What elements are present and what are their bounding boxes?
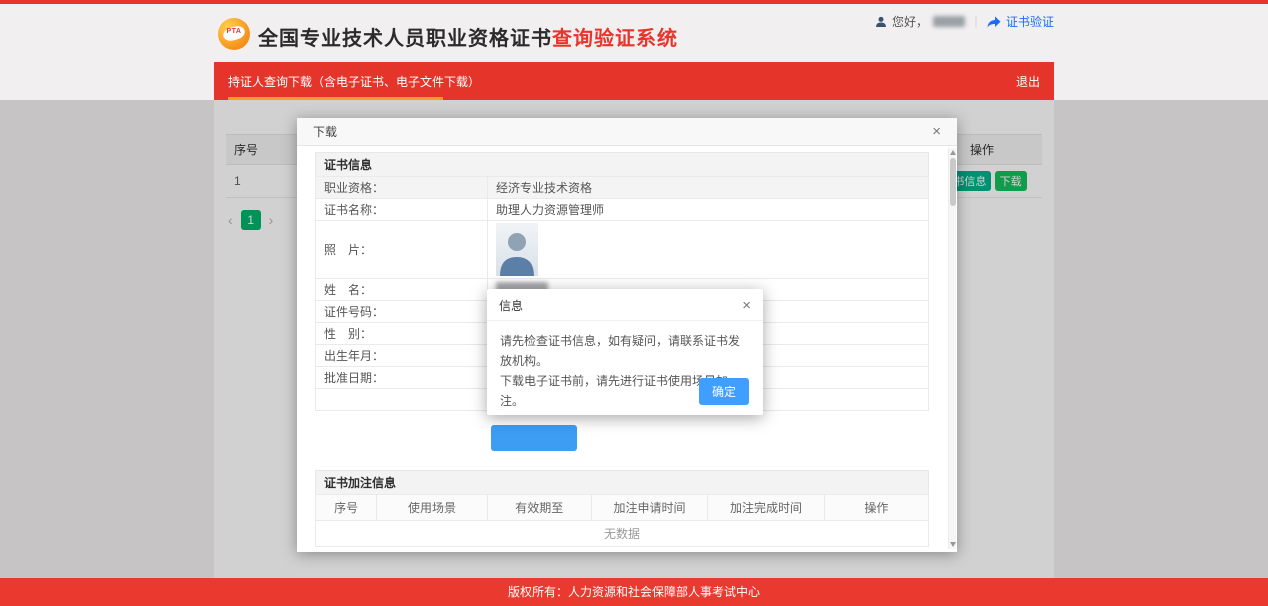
pta-logo-icon: PTA <box>218 18 250 50</box>
person-silhouette-icon <box>497 228 537 276</box>
download-modal-close-icon[interactable]: × <box>932 124 941 139</box>
annotation-col-complete-time: 加注完成时间 <box>708 495 824 521</box>
field-label: 性 别： <box>316 323 488 345</box>
field-row-photo: 照 片： <box>316 221 929 279</box>
annotation-col-index: 序号 <box>316 495 377 521</box>
modal-scrollbar[interactable] <box>948 148 956 549</box>
greeting-text: 您好， <box>892 13 928 30</box>
scrollbar-thumb[interactable] <box>950 158 956 206</box>
field-label: 姓 名： <box>316 279 488 301</box>
download-modal-title: 下载 <box>313 123 337 140</box>
field-label: 批准日期： <box>316 367 488 389</box>
info-modal-footer: 确定 <box>699 378 749 405</box>
site-title-accent: 查询验证系统 <box>552 28 678 50</box>
page: { "header": { "logo_text": "PTA", "title… <box>0 0 1268 606</box>
main-nav: 持证人查询下载（含电子证书、电子文件下载） 退出 <box>214 62 1054 100</box>
field-label: 出生年月： <box>316 345 488 367</box>
copyright-text: 版权所有：人力资源和社会保障部人事考试中心 <box>508 585 760 599</box>
info-modal-close-icon[interactable]: × <box>742 298 751 313</box>
annotation-col-valid-until: 有效期至 <box>487 495 591 521</box>
field-row-cert-name: 证书名称： 助理人力资源管理师 <box>316 199 929 221</box>
page-footer: 版权所有：人力资源和社会保障部人事考试中心 <box>0 578 1268 606</box>
annotation-section-title: 证书加注信息 <box>315 470 929 494</box>
userbar-separator: ｜ <box>970 13 982 30</box>
annotation-header-row: 序号 使用场景 有效期至 加注申请时间 加注完成时间 操作 <box>316 495 929 521</box>
field-value: 经济专业技术资格 <box>488 177 929 199</box>
site-title-main: 全国专业技术人员职业资格证书 <box>258 28 552 50</box>
annotation-table: 序号 使用场景 有效期至 加注申请时间 加注完成时间 操作 无数据 <box>315 494 929 547</box>
field-label: 证件号码： <box>316 301 488 323</box>
info-modal: 信息 × 请先检查证书信息，如有疑问，请联系证书发放机构。 下载电子证书前，请先… <box>487 289 763 415</box>
field-value-photo <box>488 221 929 279</box>
redacted-user-name <box>933 16 965 27</box>
scroll-up-icon[interactable] <box>950 150 956 155</box>
no-data-cell: 无数据 <box>316 521 929 547</box>
user-icon <box>875 16 887 28</box>
field-value: 助理人力资源管理师 <box>488 199 929 221</box>
pta-logo-text: PTA <box>218 28 250 35</box>
site-title: 全国专业技术人员职业资格证书查询验证系统 <box>258 22 678 51</box>
annotation-col-scene: 使用场景 <box>377 495 487 521</box>
scroll-down-icon[interactable] <box>950 542 956 547</box>
forward-arrow-icon <box>987 16 1001 28</box>
user-bar: 您好， ｜ 证书验证 <box>875 13 1054 30</box>
logout-button[interactable]: 退出 <box>1016 73 1040 90</box>
site-header: PTA 全国专业技术人员职业资格证书查询验证系统 您好， ｜ 证书验证 <box>214 4 1054 62</box>
field-label: 证书名称： <box>316 199 488 221</box>
certificate-photo <box>496 223 538 276</box>
nav-tab-label: 持证人查询下载（含电子证书、电子文件下载） <box>228 73 480 90</box>
tab-holder-query-download[interactable]: 持证人查询下载（含电子证书、电子文件下载） <box>228 62 480 100</box>
info-modal-header: 信息 × <box>487 289 763 321</box>
confirm-button[interactable]: 确定 <box>699 378 749 405</box>
annotation-apply-button[interactable] <box>491 425 577 451</box>
field-row-qualification: 职业资格： 经济专业技术资格 <box>316 177 929 199</box>
modal-action-row <box>491 425 929 454</box>
annotation-col-action: 操作 <box>824 495 928 521</box>
download-modal-header: 下载 × <box>297 118 957 146</box>
field-label: 职业资格： <box>316 177 488 199</box>
cert-info-section-title: 证书信息 <box>315 152 929 176</box>
annotation-empty-row: 无数据 <box>316 521 929 547</box>
info-modal-title: 信息 <box>499 297 523 314</box>
info-message-line1: 请先检查证书信息，如有疑问，请联系证书发放机构。 <box>500 331 750 371</box>
field-label: 照 片： <box>316 221 488 279</box>
annotation-col-apply-time: 加注申请时间 <box>591 495 707 521</box>
certificate-verify-link[interactable]: 证书验证 <box>1006 13 1054 30</box>
